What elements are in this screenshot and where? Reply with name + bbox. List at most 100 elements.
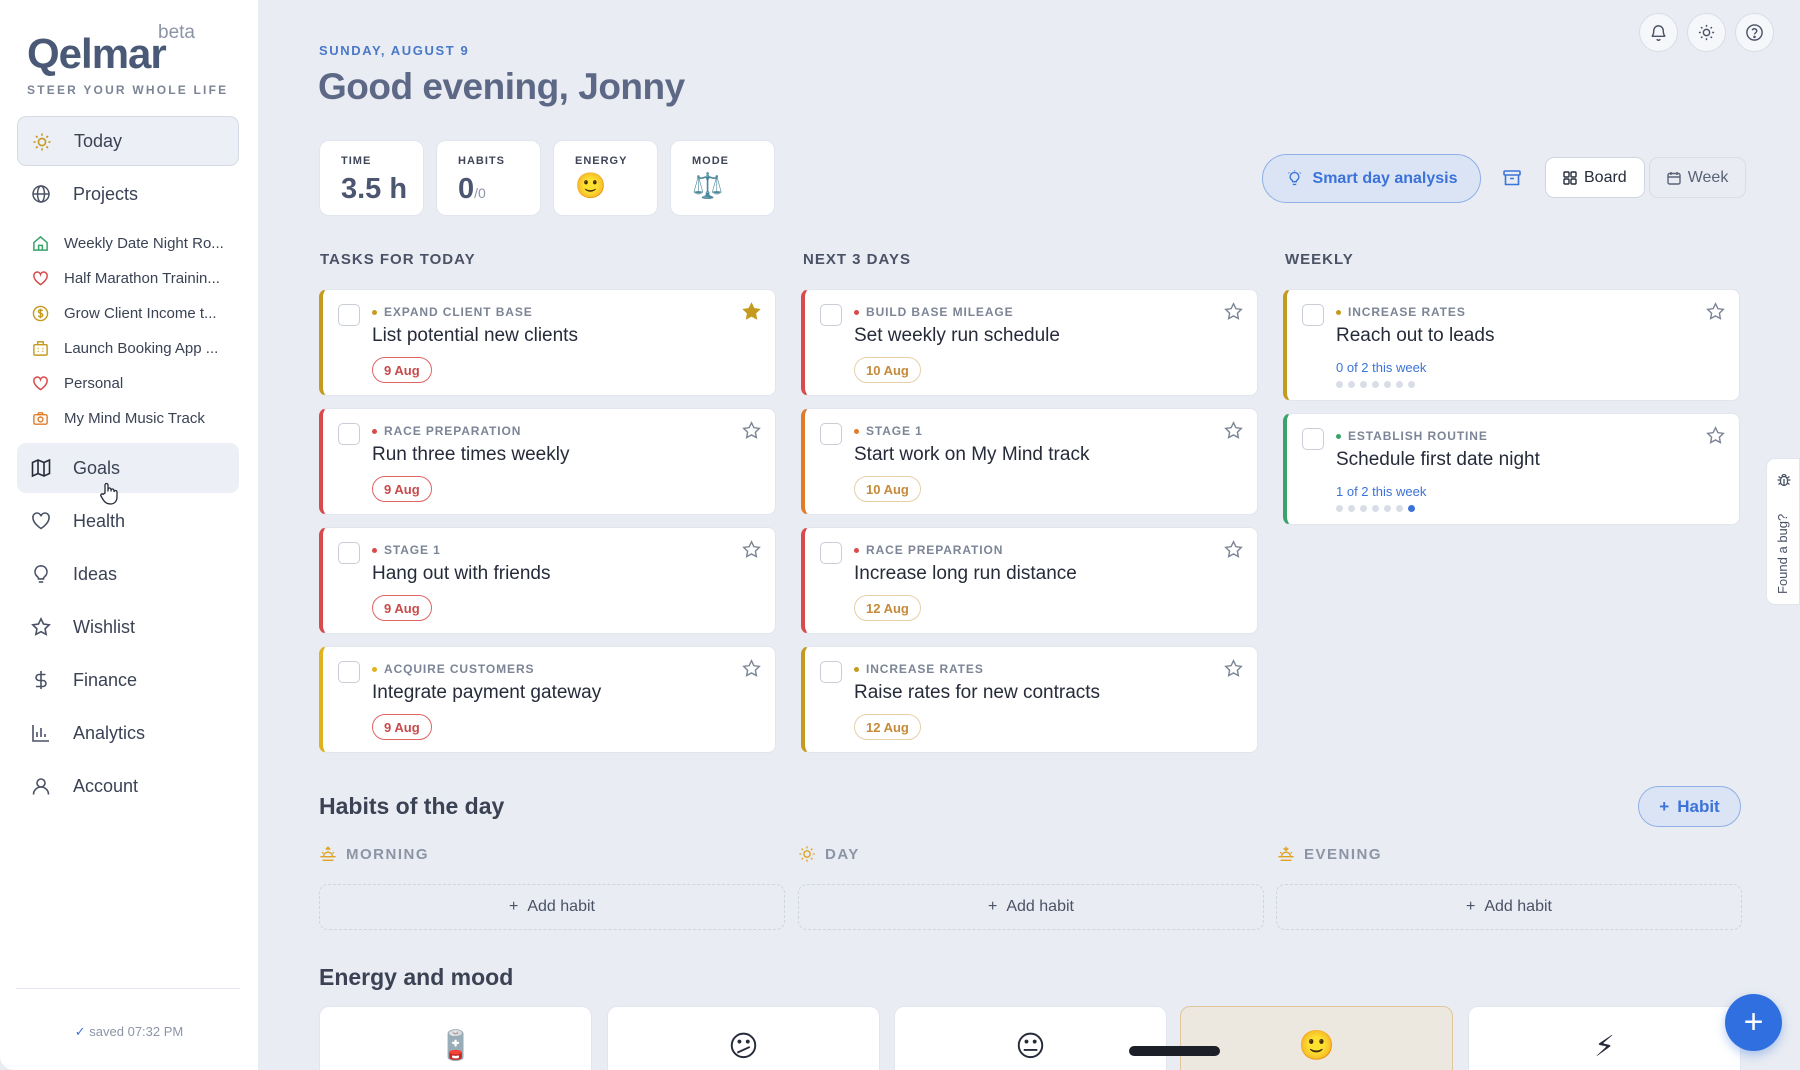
heart-icon [33, 271, 48, 286]
add-habit-label: Add habit [1484, 898, 1552, 915]
mood-option-low-battery[interactable]: 🪫 [319, 1006, 592, 1070]
star-outline-icon[interactable] [742, 659, 761, 678]
stat-label: HABITS [458, 155, 505, 167]
nav-item-label: Analytics [73, 722, 146, 743]
task-checkbox[interactable] [820, 423, 842, 445]
task-checkbox[interactable] [1302, 428, 1324, 450]
nav-item-analytics[interactable]: Analytics [17, 708, 239, 758]
task-checkbox[interactable] [338, 304, 360, 326]
brand[interactable]: Qelmar beta STEER YOUR WHOLE LIFE [27, 22, 228, 97]
stat-label: TIME [341, 155, 372, 167]
help-button[interactable] [1735, 13, 1774, 52]
star-outline-icon[interactable] [742, 540, 761, 559]
task-checkbox[interactable] [820, 304, 842, 326]
habits-total: /0 [474, 185, 486, 201]
check-icon: ✓ [74, 1024, 86, 1039]
mood-option-energetic[interactable]: ⚡ [1468, 1006, 1741, 1070]
task-card[interactable]: RACE PREPARATION Run three times weekly … [319, 408, 776, 515]
page-title: Good evening, Jonny [318, 66, 685, 107]
grid-icon [1563, 170, 1577, 185]
star-outline-icon[interactable] [742, 421, 761, 440]
task-card[interactable]: STAGE 1 Start work on My Mind track 10 A… [801, 408, 1258, 515]
project-item[interactable]: My Mind Music Track [17, 401, 239, 436]
board-view-button[interactable]: Board [1545, 157, 1645, 198]
weekly-progress-dots [1336, 381, 1415, 388]
tag-dot [372, 309, 377, 315]
nav-item-projects[interactable]: Projects [17, 169, 239, 219]
task-tag-label: STAGE 1 [866, 424, 923, 438]
nav-item-label: Ideas [73, 563, 118, 584]
task-checkbox[interactable] [338, 661, 360, 683]
task-card[interactable]: STAGE 1 Hang out with friends 9 Aug [319, 527, 776, 634]
project-item[interactable]: Half Marathon Trainin... [17, 261, 239, 296]
star-filled-icon[interactable] [742, 302, 761, 321]
star-outline-icon[interactable] [1224, 540, 1243, 559]
stat-energy[interactable]: ENERGY 🙂 [553, 140, 658, 216]
task-tag: EXPAND CLIENT BASE [372, 305, 533, 319]
notifications-button[interactable] [1639, 13, 1678, 52]
add-habit-day[interactable]: + Add habit [798, 884, 1264, 930]
task-tag-label: INCREASE RATES [1348, 305, 1466, 319]
quick-add-button[interactable]: + [1725, 994, 1782, 1051]
theme-toggle-button[interactable] [1687, 13, 1726, 52]
task-card[interactable]: BUILD BASE MILEAGE Set weekly run schedu… [801, 289, 1258, 396]
archive-icon[interactable] [1502, 168, 1522, 188]
bell-icon [1651, 25, 1666, 41]
heart-outline-icon [32, 512, 50, 530]
project-list: Weekly Date Night Ro... Half Marathon Tr… [17, 226, 239, 436]
nav-item-today[interactable]: Today [17, 116, 239, 166]
weekly-progress-dots [1336, 505, 1415, 512]
task-checkbox[interactable] [820, 661, 842, 683]
task-tag-label: STAGE 1 [384, 543, 441, 557]
nav-item-finance[interactable]: Finance [17, 655, 239, 705]
hand-cursor-icon [100, 482, 118, 505]
smart-day-analysis-button[interactable]: Smart day analysis [1262, 154, 1481, 203]
task-title: Set weekly run schedule [854, 325, 1060, 346]
lightbulb-icon [1287, 170, 1301, 186]
task-checkbox[interactable] [338, 423, 360, 445]
add-habit-button[interactable]: + Habit [1638, 786, 1741, 827]
task-checkbox[interactable] [338, 542, 360, 564]
stat-mode[interactable]: MODE ⚖️ [670, 140, 775, 216]
mood-option-neutral[interactable]: 😐 [894, 1006, 1167, 1070]
progress-dot [1408, 505, 1415, 512]
star-outline-icon[interactable] [1224, 659, 1243, 678]
task-tag: INCREASE RATES [854, 662, 984, 676]
nav-item-health[interactable]: Health [17, 496, 239, 546]
confused-face-icon: 😕 [728, 1031, 759, 1063]
add-habit-morning[interactable]: + Add habit [319, 884, 785, 930]
project-item[interactable]: Grow Client Income t... [17, 296, 239, 331]
mood-option-happy[interactable]: 🙂 [1180, 1006, 1453, 1070]
task-checkbox[interactable] [1302, 304, 1324, 326]
week-view-button[interactable]: Week [1648, 157, 1747, 198]
report-bug-tab[interactable]: Found a bug? [1766, 458, 1800, 605]
add-habit-evening[interactable]: + Add habit [1276, 884, 1742, 930]
star-outline-icon[interactable] [1224, 421, 1243, 440]
sun-icon [799, 846, 815, 862]
task-card[interactable]: INCREASE RATES Raise rates for new contr… [801, 646, 1258, 753]
project-item[interactable]: Weekly Date Night Ro... [17, 226, 239, 261]
task-card[interactable]: ACQUIRE CUSTOMERS Integrate payment gate… [319, 646, 776, 753]
nav-item-ideas[interactable]: Ideas [17, 549, 239, 599]
plus-icon: + [988, 898, 998, 915]
weekly-task-card[interactable]: INCREASE RATES Reach out to leads 0 of 2… [1283, 289, 1740, 401]
task-tag-label: ESTABLISH ROUTINE [1348, 429, 1488, 443]
nav-item-goals[interactable]: Goals [17, 443, 239, 493]
star-outline-icon[interactable] [1706, 302, 1725, 321]
task-card[interactable]: RACE PREPARATION Increase long run dista… [801, 527, 1258, 634]
progress-dot [1384, 381, 1391, 388]
task-checkbox[interactable] [820, 542, 842, 564]
star-outline-icon[interactable] [1706, 426, 1725, 445]
project-item[interactable]: Personal [17, 366, 239, 401]
star-outline-icon[interactable] [1224, 302, 1243, 321]
nav-item-wishlist[interactable]: Wishlist [17, 602, 239, 652]
weekly-task-card[interactable]: ESTABLISH ROUTINE Schedule first date ni… [1283, 413, 1740, 525]
nav-item-account[interactable]: Account [17, 761, 239, 811]
stat-time: TIME 3.5 h [319, 140, 424, 216]
balance-scale-icon: ⚖️ [692, 172, 724, 200]
mood-option-sad[interactable]: 😕 [607, 1006, 880, 1070]
task-card[interactable]: EXPAND CLIENT BASE List potential new cl… [319, 289, 776, 396]
bug-icon [1777, 473, 1791, 487]
column-title-weekly: WEEKLY [1285, 251, 1354, 268]
project-item[interactable]: Launch Booking App ... [17, 331, 239, 366]
